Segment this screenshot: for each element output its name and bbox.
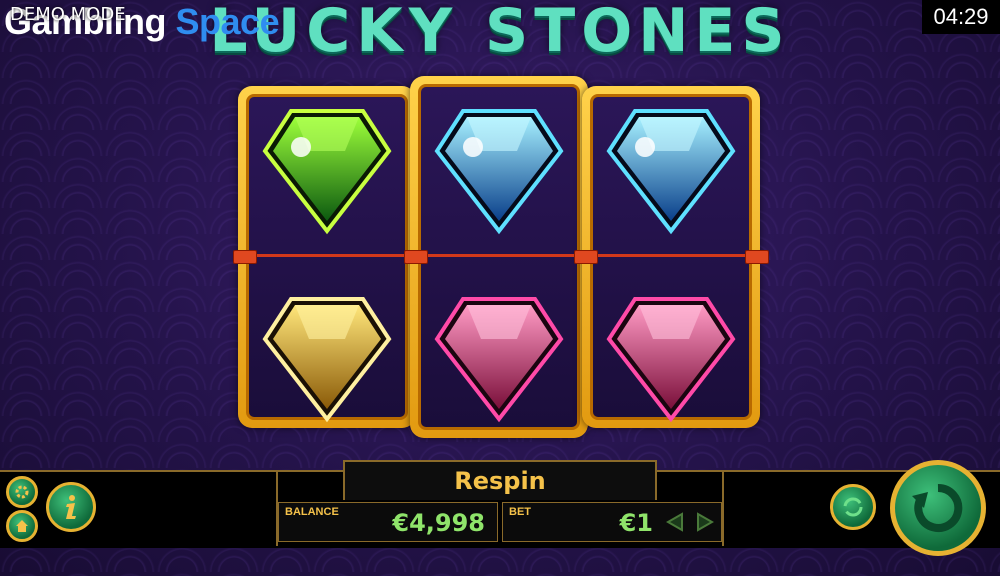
reel-3-window [590,94,752,423]
payline-marker [233,250,257,264]
bet-value: €1 [619,509,653,537]
reel-2-window [418,84,580,430]
balance-value: €4,998 [392,509,485,537]
reel-3 [582,86,760,428]
demo-mode-label: DEMO MODE [10,4,126,25]
triangle-right-icon[interactable] [696,512,714,532]
watermark-word-2: Space [175,1,280,42]
autoplay-button[interactable] [830,484,876,530]
autoplay-icon [843,497,863,517]
game-title: LUCKY STONES [209,0,791,66]
triangle-left-icon[interactable] [666,512,684,532]
info-button[interactable] [46,482,96,532]
reel-1 [238,86,416,428]
bet-label: BET [509,506,531,518]
spin-button[interactable] [890,460,986,556]
clock: 04:29 [922,0,1000,34]
reel-1-window [246,94,408,423]
payline-marker [574,250,598,264]
gem-blue [606,109,736,235]
gem-pink [434,297,564,423]
respin-label: Respin [454,467,546,495]
payline-marker [745,250,769,264]
home-button[interactable] [6,510,38,542]
reel-2 [410,76,588,438]
settings-button[interactable] [6,476,38,508]
home-icon [16,520,28,532]
gear-icon [15,485,29,499]
gem-pink [606,297,736,423]
payline-marker [404,250,428,264]
balance-field: BALANCE €4,998 [278,502,498,542]
bet-field: BET €1 [502,502,722,542]
gem-yellow [262,297,392,423]
balance-label: BALANCE [285,506,339,518]
gem-blue [434,109,564,235]
info-icon [66,495,76,519]
spin-icon [912,483,963,532]
gem-green [262,109,392,235]
payline [238,254,766,257]
